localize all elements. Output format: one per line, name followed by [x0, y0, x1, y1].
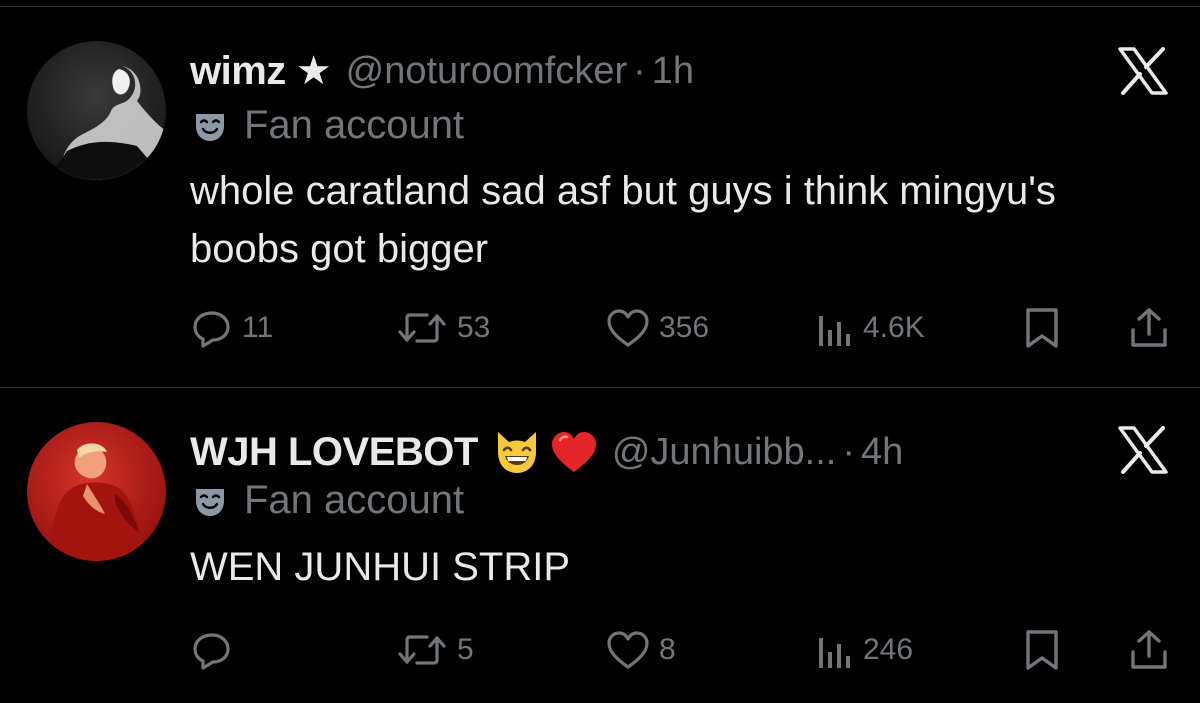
reply-bubble-icon: [193, 633, 230, 670]
timeline: wimz ★ @noturoomfcker · 1h Fan account w…: [0, 0, 1200, 703]
label-text: Fan account: [244, 103, 465, 147]
tweet-text: whole caratland sad asf but guys i think…: [190, 169, 1056, 271]
repost-button[interactable]: 5: [395, 625, 474, 675]
tweet-card[interactable]: WJH LOVEBOT @Junhuibb... · 4h Fan accoun…: [0, 388, 1200, 703]
x-logo-icon[interactable]: [1116, 426, 1170, 474]
like-button[interactable]: 356: [605, 303, 709, 353]
timestamp[interactable]: 4h: [861, 431, 903, 474]
heart-outline-icon: [607, 631, 649, 669]
reply-button[interactable]: 11: [190, 303, 273, 353]
views-button[interactable]: 246: [815, 625, 913, 675]
repost-arrows-icon: [398, 635, 446, 665]
share-upload-icon: [1131, 308, 1167, 347]
user-handle[interactable]: @noturoomfcker: [346, 50, 627, 93]
red-portrait-avatar: [27, 422, 166, 561]
avatar[interactable]: [27, 41, 166, 180]
bookmark-icon: [1026, 308, 1058, 348]
star-badge-icon: ★: [295, 49, 332, 93]
views-bar-chart-icon: [819, 316, 850, 346]
display-name[interactable]: wimz: [190, 49, 286, 94]
grinning-cat-emoji: [492, 428, 542, 476]
timestamp[interactable]: 1h: [652, 50, 694, 93]
view-count: 4.6K: [863, 311, 925, 344]
repost-arrows-icon: [398, 313, 446, 343]
fan-account-label: Fan account: [190, 478, 464, 523]
action-bar: 11 53 356 4.6K: [0, 303, 1200, 353]
bookmark-button[interactable]: [1022, 625, 1062, 675]
tweet-text: WEN JUNHUI STRIP: [190, 545, 570, 589]
views-button[interactable]: 4.6K: [815, 303, 925, 353]
share-upload-icon: [1131, 630, 1167, 669]
reply-button[interactable]: [190, 625, 242, 675]
red-heart-emoji: [550, 430, 598, 474]
user-handle[interactable]: @Junhuibb...: [612, 431, 837, 474]
fan-account-label: Fan account: [190, 103, 464, 148]
action-bar: 5 8 246: [0, 625, 1200, 675]
separator-dot: ·: [842, 430, 855, 473]
heart-outline-icon: [607, 309, 649, 347]
tweet-card[interactable]: wimz ★ @noturoomfcker · 1h Fan account w…: [0, 7, 1200, 387]
reply-count: 11: [242, 311, 274, 344]
repost-count: 53: [457, 311, 491, 344]
separator-dot: ·: [633, 49, 646, 92]
display-name[interactable]: WJH LOVEBOT: [190, 430, 478, 475]
fan-account-mask-icon: [196, 488, 224, 516]
grayscale-portrait-avatar: [27, 41, 166, 180]
avatar[interactable]: [27, 422, 166, 561]
x-logo-icon[interactable]: [1116, 47, 1170, 95]
label-text: Fan account: [244, 478, 465, 522]
share-button[interactable]: [1128, 303, 1170, 353]
like-count: 356: [659, 311, 710, 344]
repost-count: 5: [457, 633, 474, 666]
repost-button[interactable]: 53: [395, 303, 490, 353]
tweet-header: WJH LOVEBOT @Junhuibb... · 4h: [190, 422, 903, 482]
like-button[interactable]: 8: [605, 625, 676, 675]
reply-bubble-icon: [193, 311, 230, 348]
bookmark-button[interactable]: [1022, 303, 1062, 353]
bookmark-icon: [1026, 630, 1058, 670]
view-count: 246: [863, 633, 914, 666]
fan-account-mask-icon: [196, 113, 224, 141]
tweet-header: wimz ★ @noturoomfcker · 1h: [190, 41, 694, 101]
views-bar-chart-icon: [819, 638, 850, 668]
like-count: 8: [659, 633, 676, 666]
share-button[interactable]: [1128, 625, 1170, 675]
